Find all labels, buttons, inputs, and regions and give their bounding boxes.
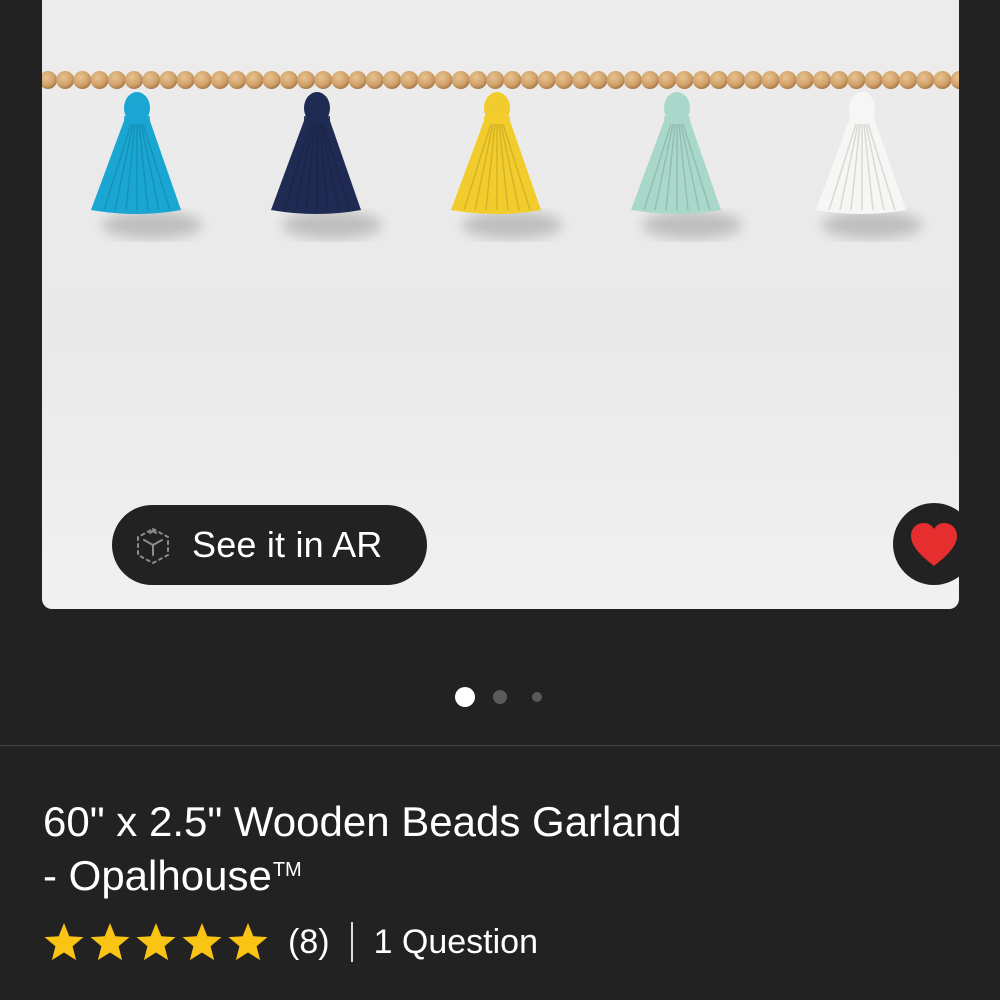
wooden-bead: [555, 71, 573, 89]
see-in-ar-label: See it in AR: [192, 524, 383, 565]
wooden-bead: [245, 71, 264, 89]
star-icon: [180, 920, 224, 964]
wooden-bead: [469, 71, 487, 89]
wooden-bead: [193, 71, 212, 89]
star-icon: [88, 920, 132, 964]
wooden-bead: [159, 71, 178, 89]
carousel-dot-active[interactable]: [455, 687, 475, 707]
wooden-bead: [451, 71, 470, 89]
ar-cube-icon: [137, 528, 169, 564]
wooden-bead: [42, 71, 57, 89]
product-image-card[interactable]: See it in AR: [42, 0, 959, 609]
wooden-bead: [658, 71, 677, 89]
section-divider: [0, 745, 1000, 746]
wooden-bead: [125, 71, 143, 89]
wooden-bead: [211, 71, 229, 89]
tassel: [816, 92, 906, 214]
product-title: 60" x 2.5" Wooden Beads Garland - Opalho…: [43, 795, 943, 911]
heart-icon: [911, 523, 957, 566]
star-icon: [226, 920, 270, 964]
wooden-bead: [572, 71, 591, 89]
wooden-bead: [589, 71, 608, 89]
wooden-bead: [228, 71, 247, 89]
carousel-dot[interactable]: [493, 690, 507, 704]
wooden-bead: [520, 71, 539, 89]
wooden-bead: [400, 71, 419, 89]
wooden-bead: [675, 71, 694, 89]
wooden-bead: [537, 71, 556, 89]
wooden-bead: [778, 71, 797, 89]
tassel: [271, 92, 361, 214]
tassel: [91, 92, 181, 214]
image-carousel-pager: [0, 686, 1000, 710]
wooden-bead: [864, 71, 883, 89]
tassel: [631, 92, 721, 214]
wooden-bead: [899, 71, 917, 89]
wooden-bead: [847, 71, 866, 89]
wooden-bead: [950, 71, 959, 89]
see-in-ar-button[interactable]: See it in AR: [112, 505, 427, 585]
wooden-bead: [90, 71, 109, 89]
star-icon: [42, 920, 86, 964]
wooden-bead: [795, 71, 814, 89]
carousel-dot[interactable]: [532, 692, 542, 702]
brand-name: - Opalhouse: [43, 852, 272, 899]
wooden-bead: [744, 71, 763, 89]
review-count-link[interactable]: (8): [288, 923, 330, 962]
trademark-symbol: TM: [272, 859, 302, 881]
product-title-line2: - OpalhouseTM: [43, 849, 943, 911]
wooden-bead: [641, 71, 659, 89]
wooden-bead: [503, 71, 522, 89]
wooden-bead: [331, 71, 350, 89]
wooden-bead: [813, 71, 831, 89]
wooden-bead: [73, 71, 92, 89]
wooden-bead: [262, 71, 281, 89]
wooden-bead: [761, 71, 780, 89]
wooden-bead: [709, 71, 728, 89]
wooden-bead: [916, 71, 935, 89]
product-title-line1: 60" x 2.5" Wooden Beads Garland: [43, 798, 682, 845]
wooden-bead: [881, 71, 900, 89]
wooden-bead: [56, 71, 75, 89]
questions-link[interactable]: 1 Question: [374, 923, 538, 962]
star-icon: [134, 920, 178, 964]
wooden-bead: [727, 71, 745, 89]
wooden-bead: [383, 71, 401, 89]
wooden-bead: [417, 71, 436, 89]
wooden-bead: [348, 71, 367, 89]
wooden-bead: [692, 71, 711, 89]
wooden-bead: [107, 71, 126, 89]
wooden-bead: [830, 71, 849, 89]
wooden-bead: [142, 71, 161, 89]
wooden-bead: [606, 71, 625, 89]
wooden-bead: [279, 71, 298, 89]
wooden-bead: [297, 71, 315, 89]
wooden-bead: [486, 71, 505, 89]
rating-row: (8) 1 Question: [42, 920, 538, 964]
wooden-bead: [176, 71, 195, 89]
wooden-bead: [623, 71, 642, 89]
wooden-bead: [314, 71, 333, 89]
wooden-bead: [365, 71, 384, 89]
wooden-bead: [434, 71, 453, 89]
wooden-bead: [933, 71, 952, 89]
star-rating[interactable]: [42, 920, 272, 964]
tassel: [451, 92, 541, 214]
rating-separator: [350, 922, 353, 962]
